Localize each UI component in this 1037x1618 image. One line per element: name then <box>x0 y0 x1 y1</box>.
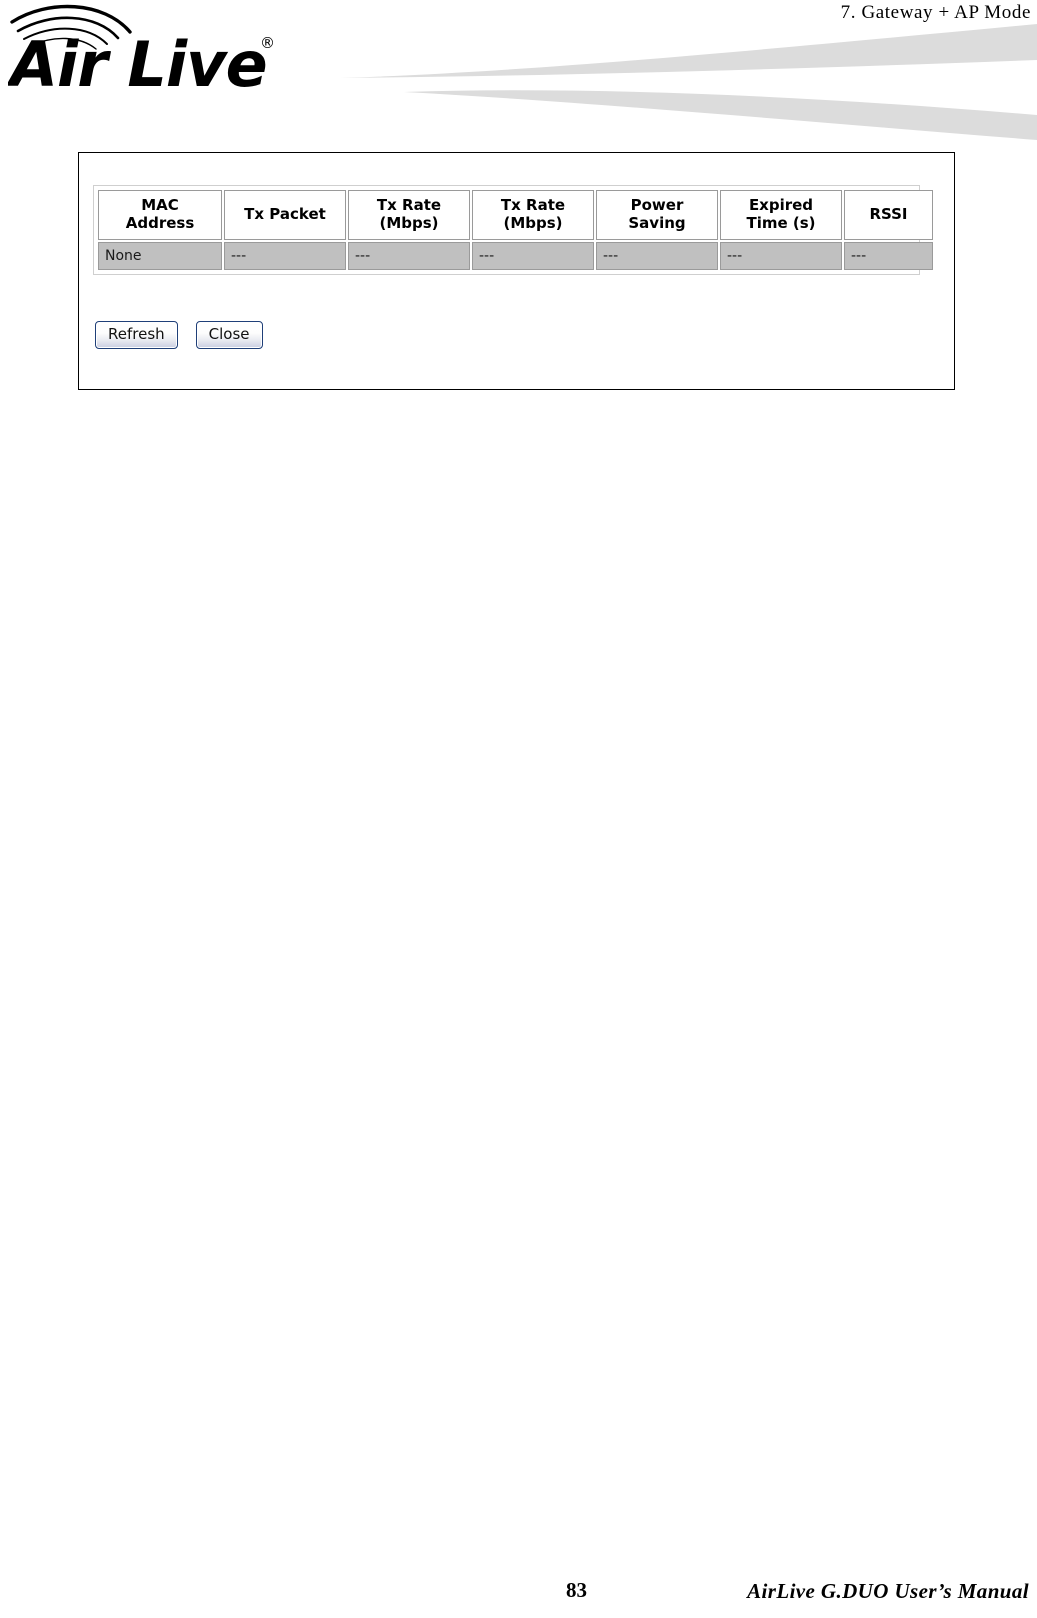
header-line-1: Power <box>630 196 684 214</box>
header-line-2: (Mbps) <box>379 213 439 232</box>
cell-power-saving: --- <box>596 242 718 271</box>
column-header-tx-rate-1: Tx Rate (Mbps) <box>348 190 470 241</box>
close-button[interactable]: Close <box>195 321 263 349</box>
airlive-wordmark: Air Live <box>8 28 268 94</box>
cell-tx-packet: --- <box>224 242 346 271</box>
refresh-button[interactable]: Refresh <box>95 321 178 349</box>
column-header-power-saving: Power Saving <box>596 190 718 241</box>
cell-tx-rate-2: --- <box>472 242 594 271</box>
header-line-1: RSSI <box>869 204 908 223</box>
page-header: 7. Gateway + AP Mode Air Live ® <box>0 0 1037 140</box>
column-header-expired-time: Expired Time (s) <box>720 190 842 241</box>
page-footer: 83 AirLive G.DUO User’s Manual <box>0 1578 1037 1612</box>
station-table-frame: MAC Address Tx Packet Tx Rate (Mbps) Tx … <box>93 185 933 276</box>
page-number: 83 <box>566 1578 587 1602</box>
airlive-logo: Air Live ® <box>8 4 275 94</box>
header-line-2: Address <box>125 213 195 232</box>
header-line-2: (Mbps) <box>503 213 563 232</box>
cell-expired-time: --- <box>720 242 842 271</box>
table-row: None --- --- --- --- --- --- <box>98 242 933 271</box>
column-header-tx-packet: Tx Packet <box>224 190 346 241</box>
column-header-rssi: RSSI <box>844 190 933 241</box>
station-list-table: MAC Address Tx Packet Tx Rate (Mbps) Tx … <box>96 188 935 272</box>
table-header-row: MAC Address Tx Packet Tx Rate (Mbps) Tx … <box>98 190 933 241</box>
header-swoosh-graphic <box>340 24 1037 140</box>
header-line-1: Tx Packet <box>244 204 326 223</box>
cell-mac-address: None <box>98 242 222 271</box>
column-header-tx-rate-2: Tx Rate (Mbps) <box>472 190 594 241</box>
registered-trademark-icon: ® <box>260 34 275 52</box>
header-line-1: MAC <box>141 196 179 214</box>
button-bar: Refresh Close <box>95 321 263 349</box>
header-line-1: Expired <box>748 196 814 214</box>
svg-text:Air Live: Air Live <box>8 28 267 94</box>
header-line-2: Saving <box>628 213 686 232</box>
header-line-1: Tx Rate <box>376 196 442 214</box>
manual-title: AirLive G.DUO User’s Manual <box>747 1579 1029 1603</box>
station-list-window: MAC Address Tx Packet Tx Rate (Mbps) Tx … <box>78 152 955 390</box>
cell-tx-rate-1: --- <box>348 242 470 271</box>
header-line-2: Time (s) <box>746 213 816 232</box>
header-line-1: Tx Rate <box>500 196 566 214</box>
cell-rssi: --- <box>844 242 933 271</box>
column-header-mac-address: MAC Address <box>98 190 222 241</box>
